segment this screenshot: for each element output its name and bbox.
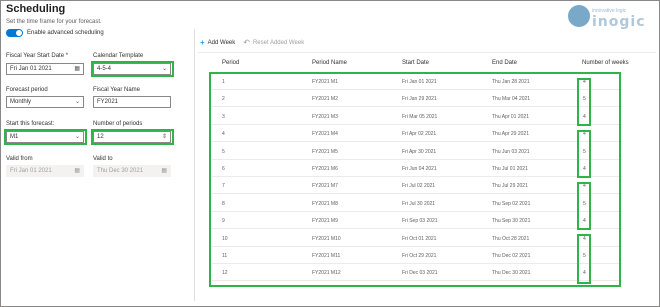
valid-to-label: Valid to <box>93 156 113 162</box>
weeks-group-highlight-1 <box>577 78 591 126</box>
calendar-template-highlight <box>91 61 174 77</box>
logo-mark <box>568 5 590 27</box>
toggle-knob <box>16 30 22 36</box>
column-header-start-date[interactable]: Start Date <box>402 60 429 66</box>
table-highlight <box>209 72 621 287</box>
fiscal-year-name-value: FY2021 <box>97 99 119 105</box>
fiscal-year-start-date-field[interactable]: Fri Jan 01 2021 ▦ <box>6 63 84 75</box>
start-this-forecast-label: Start this forecast: <box>6 121 55 127</box>
forecast-period-label: Forecast period <box>6 87 48 93</box>
column-header-period[interactable]: Period <box>222 60 239 66</box>
table-header: Period Period Name Start Date End Date N… <box>212 58 629 70</box>
fiscal-year-name-field[interactable]: FY2021 <box>93 96 171 108</box>
fiscal-year-start-date-value: Fri Jan 01 2021 <box>10 66 52 72</box>
valid-from-field: Fri Jan 01 2021 ▦ <box>6 165 84 177</box>
calendar-icon[interactable]: ▦ <box>74 64 80 74</box>
valid-from-label: Valid from <box>6 156 33 162</box>
add-week-label: Add Week <box>207 39 236 46</box>
valid-from-value: Fri Jan 01 2021 <box>10 168 52 174</box>
fiscal-year-name-label: Fiscal Year Name <box>93 87 141 93</box>
grid-toolbar: + Add Week ↶ Reset Added Week <box>200 38 312 47</box>
weeks-group-highlight-4 <box>577 234 591 284</box>
plus-icon: + <box>200 38 205 47</box>
number-of-periods-label: Number of periods <box>93 121 143 127</box>
forecast-period-value: Monthly <box>10 99 32 105</box>
start-this-forecast-highlight <box>4 129 87 145</box>
logo-brand: inogic <box>592 14 646 30</box>
column-header-end-date[interactable]: End Date <box>492 60 517 66</box>
calendar-icon: ▦ <box>161 168 167 174</box>
forecast-period-select[interactable]: Monthly ⌄ <box>6 96 84 108</box>
page-title: Scheduling <box>6 3 66 15</box>
calendar-icon: ▦ <box>74 168 80 174</box>
inogic-logo: innovative logic inogic <box>568 4 654 32</box>
weeks-group-highlight-3 <box>577 182 591 230</box>
reset-added-week-button[interactable]: ↶ Reset Added Week <box>243 38 304 47</box>
column-header-period-name[interactable]: Period Name <box>312 60 347 66</box>
undo-icon: ↶ <box>243 38 250 47</box>
chevron-down-icon: ⌄ <box>74 99 80 105</box>
advanced-scheduling-toggle-row: Enable advanced scheduling <box>6 29 104 37</box>
toolbar-divider <box>198 52 656 53</box>
reset-added-week-label: Reset Added Week <box>252 39 305 46</box>
calendar-template-label: Calendar Template <box>93 53 144 59</box>
fiscal-year-start-date-label: Fiscal Year Start Date * <box>6 53 69 59</box>
advanced-scheduling-toggle[interactable] <box>6 29 23 37</box>
valid-to-field: Thu Dec 30 2021 ▦ <box>93 165 171 177</box>
add-week-button[interactable]: + Add Week <box>200 38 235 47</box>
number-of-periods-highlight <box>91 129 174 145</box>
panel-divider <box>194 29 195 301</box>
page-subtitle: Set the time frame for your forecast. <box>6 19 102 25</box>
weeks-group-highlight-2 <box>577 130 591 178</box>
column-header-number-of-weeks[interactable]: Number of weeks <box>582 60 629 66</box>
valid-to-value: Thu Dec 30 2021 <box>97 168 144 174</box>
advanced-scheduling-label: Enable advanced scheduling <box>27 30 104 36</box>
